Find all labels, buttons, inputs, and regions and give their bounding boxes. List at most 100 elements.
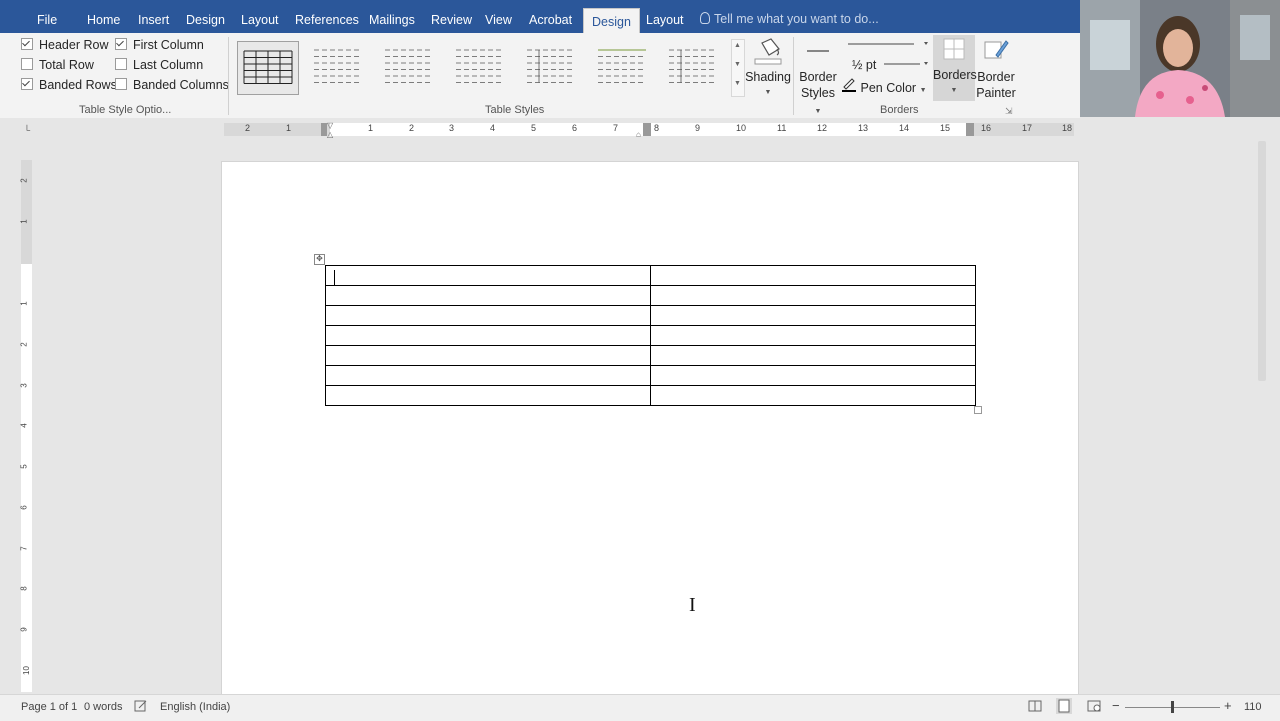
read-mode-icon[interactable] xyxy=(1028,699,1042,716)
table-row[interactable] xyxy=(325,385,976,406)
table-cell[interactable] xyxy=(650,305,976,326)
line-style-dropdown[interactable] xyxy=(842,36,932,53)
document-page[interactable]: ✥ xyxy=(221,161,1079,703)
brush-icon xyxy=(984,40,1009,59)
table-cell[interactable] xyxy=(650,325,976,346)
table-row[interactable] xyxy=(325,325,976,346)
table-cell[interactable] xyxy=(325,325,651,346)
table-cell[interactable] xyxy=(650,285,976,306)
ribbon: Header Row First Column Total Row Last C… xyxy=(0,33,1080,119)
shading-button[interactable]: Shading ▼ xyxy=(745,37,791,101)
zoom-slider-thumb[interactable] xyxy=(1171,701,1174,713)
table-style-thumbnail[interactable] xyxy=(592,41,652,93)
table-row[interactable] xyxy=(325,265,976,286)
table-cell[interactable] xyxy=(325,305,651,326)
banded-columns-checkbox[interactable]: Banded Columns xyxy=(115,78,229,92)
horizontal-ruler[interactable]: └ ▽ △ ⌂ 2 1 1 2 3 4 5 6 7 8 9 10 11 12 13 14 15 16 17 18 xyxy=(0,118,1080,141)
tab-design[interactable]: Design xyxy=(186,0,225,33)
table-cell[interactable] xyxy=(325,265,651,286)
tab-file[interactable]: File xyxy=(37,0,57,33)
ruler-left-margin xyxy=(224,123,330,136)
tab-view[interactable]: View xyxy=(485,0,512,33)
zoom-out-icon[interactable]: − xyxy=(1112,698,1120,713)
indent-marker-icon[interactable]: ▽ xyxy=(327,121,333,130)
chevron-down-icon: ▼ xyxy=(919,87,927,94)
pen-weight-dropdown[interactable]: ½ pt xyxy=(852,58,930,72)
ruler-number: 1 xyxy=(19,301,29,306)
pen-color-button[interactable]: Pen Color ▼ xyxy=(841,78,927,95)
tab-insert[interactable]: Insert xyxy=(138,0,169,33)
chevron-down-icon[interactable]: ▼ xyxy=(734,61,741,68)
ruler-number: 2 xyxy=(245,123,251,133)
table-cell[interactable] xyxy=(650,385,976,406)
banded-rows-checkbox[interactable]: Banded Rows xyxy=(21,78,117,92)
border-styles-button[interactable]: Border Styles ▼ xyxy=(797,37,839,120)
table-cell[interactable] xyxy=(325,385,651,406)
lightbulb-icon xyxy=(700,12,710,24)
border-painter-button[interactable]: Border Painter xyxy=(976,37,1016,101)
ruler-number: 9 xyxy=(695,123,701,133)
tab-layout[interactable]: Layout xyxy=(241,0,279,33)
status-bar: Page 1 of 1 0 words English (India) − + … xyxy=(0,694,1280,721)
dialog-launcher-icon[interactable]: ⇲ xyxy=(1005,106,1013,117)
table-row[interactable] xyxy=(325,285,976,306)
table-row[interactable] xyxy=(325,345,976,366)
ruler-number: 8 xyxy=(654,123,660,133)
chevron-up-icon[interactable]: ▲ xyxy=(734,42,741,49)
tab-home[interactable]: Home xyxy=(87,0,120,33)
table-cell[interactable] xyxy=(650,265,976,286)
tab-selector-icon[interactable]: └ xyxy=(20,123,34,137)
ruler-number: 1 xyxy=(286,123,292,133)
print-layout-icon[interactable] xyxy=(1056,698,1072,714)
zoom-level[interactable]: 110 xyxy=(1244,701,1262,713)
tab-table-design[interactable]: Design xyxy=(583,8,640,34)
table-cell[interactable] xyxy=(650,345,976,366)
document-table[interactable] xyxy=(325,265,976,406)
word-count[interactable]: 0 words xyxy=(84,701,123,713)
page-count[interactable]: Page 1 of 1 xyxy=(21,701,77,713)
table-style-thumbnail[interactable] xyxy=(237,41,299,95)
table-style-thumbnail[interactable] xyxy=(521,41,581,93)
table-style-thumbnail[interactable] xyxy=(308,41,368,93)
ruler-number: 2 xyxy=(19,178,29,183)
web-layout-icon[interactable] xyxy=(1087,699,1101,716)
header-row-checkbox[interactable]: Header Row xyxy=(21,38,108,52)
column-marker[interactable] xyxy=(966,123,974,136)
paint-bucket-icon xyxy=(754,38,782,65)
tab-references[interactable]: References xyxy=(295,0,359,33)
table-cell[interactable] xyxy=(325,365,651,386)
table-style-thumbnail[interactable] xyxy=(450,41,510,93)
tab-table-layout[interactable]: Layout xyxy=(646,0,684,33)
total-row-checkbox[interactable]: Total Row xyxy=(21,58,94,72)
tell-me-search[interactable]: Tell me what you want to do... xyxy=(700,12,879,26)
table-cell[interactable] xyxy=(650,365,976,386)
table-cell[interactable] xyxy=(325,345,651,366)
table-resize-handle[interactable] xyxy=(974,406,982,414)
borders-group-label: Borders xyxy=(880,104,919,116)
vertical-ruler[interactable]: 2 1 1 2 3 4 5 6 7 8 9 10 xyxy=(18,160,35,692)
ruler-number: 3 xyxy=(449,123,455,133)
tab-acrobat[interactable]: Acrobat xyxy=(529,0,572,33)
tab-review[interactable]: Review xyxy=(431,0,472,33)
proofing-icon[interactable] xyxy=(134,699,148,716)
table-row[interactable] xyxy=(325,305,976,326)
gallery-scroll[interactable]: ▲ ▼ ▼ xyxy=(731,39,745,97)
first-column-checkbox[interactable]: First Column xyxy=(115,38,204,52)
table-style-thumbnail[interactable] xyxy=(663,41,723,93)
table-move-handle-icon[interactable]: ✥ xyxy=(314,254,325,265)
ruler-number: 2 xyxy=(19,342,29,347)
table-style-thumbnail[interactable] xyxy=(379,41,439,93)
indent-marker-icon[interactable]: ⌂ xyxy=(636,130,641,139)
indent-marker-icon[interactable]: △ xyxy=(327,130,333,139)
table-cell[interactable] xyxy=(325,285,651,306)
table-row[interactable] xyxy=(325,365,976,386)
last-column-checkbox[interactable]: Last Column xyxy=(115,58,203,72)
language-indicator[interactable]: English (India) xyxy=(160,701,230,713)
tab-mailings[interactable]: Mailings xyxy=(369,0,415,33)
zoom-in-icon[interactable]: + xyxy=(1224,698,1232,713)
vertical-scrollbar[interactable] xyxy=(1258,141,1266,381)
ruler-number: 10 xyxy=(736,123,747,133)
borders-button[interactable]: Borders ▼ xyxy=(933,35,977,101)
gallery-more-icon[interactable]: ▼ xyxy=(734,80,741,87)
column-marker[interactable] xyxy=(643,123,651,136)
